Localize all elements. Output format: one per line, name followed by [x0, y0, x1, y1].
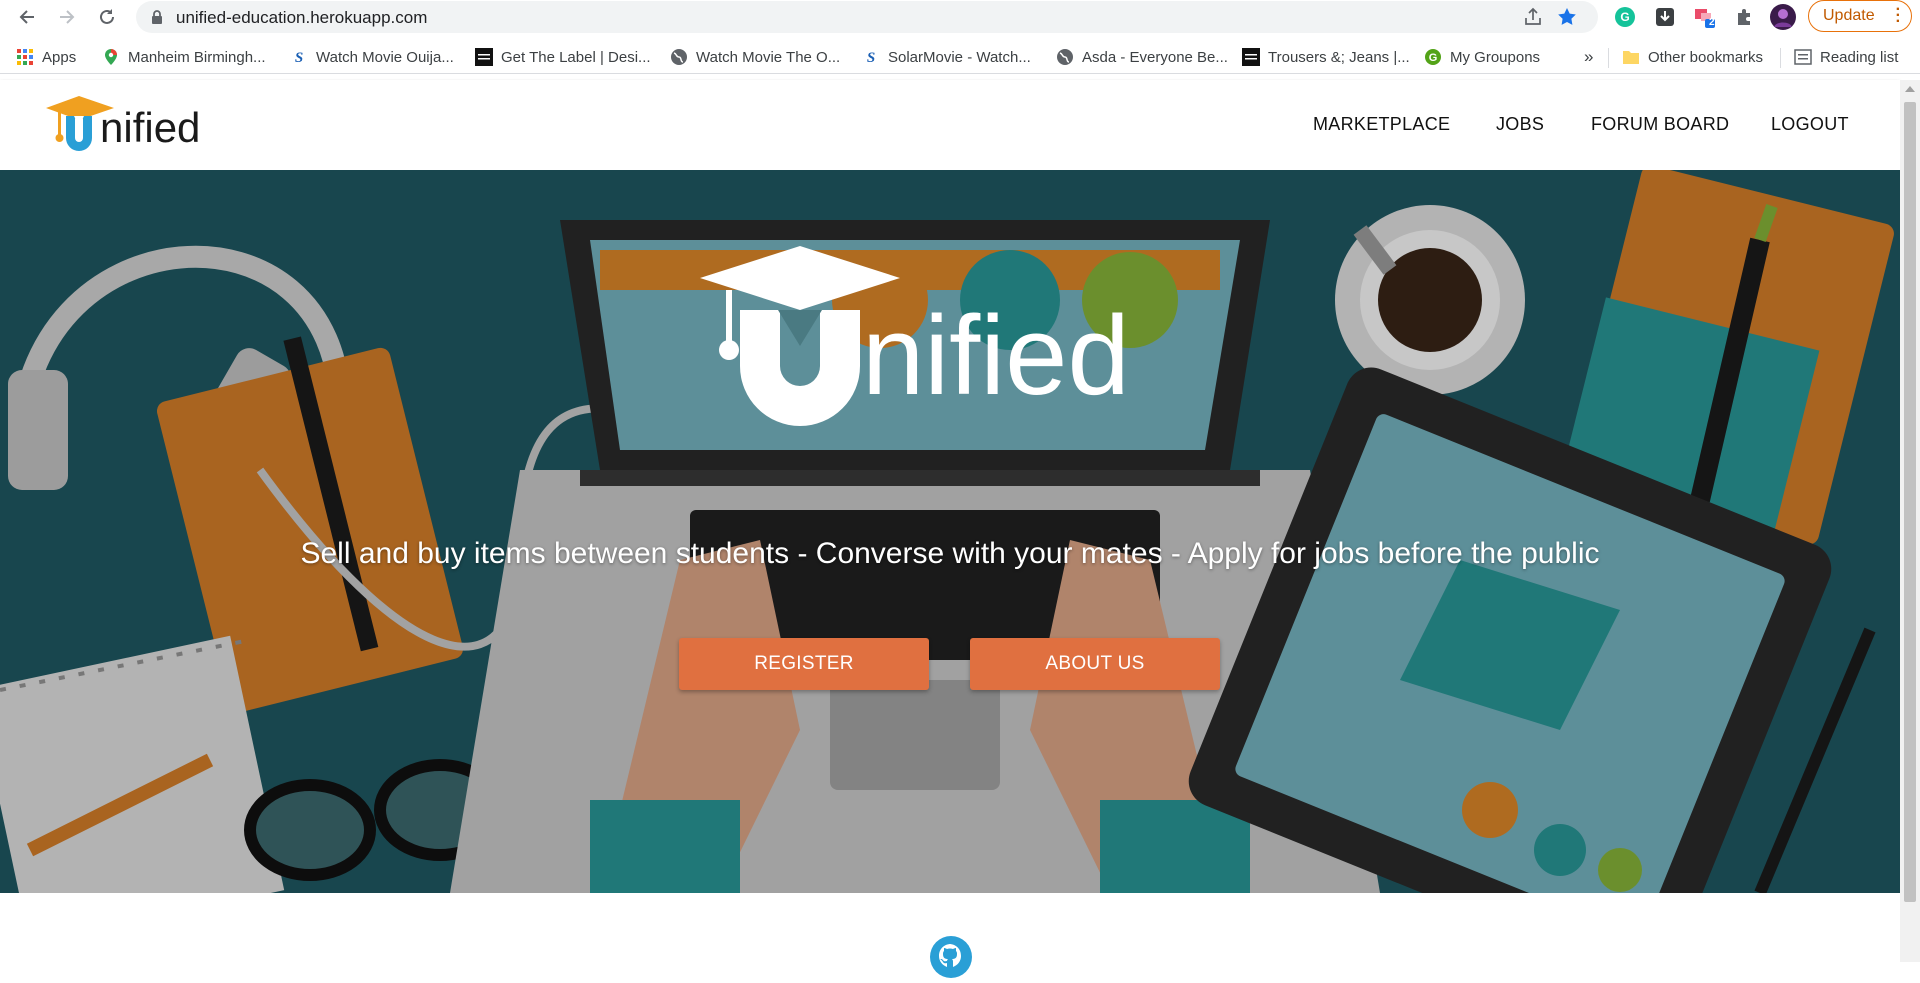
- svg-text:G: G: [1429, 52, 1438, 64]
- extension-badge: 2: [1709, 17, 1715, 28]
- nav-logout[interactable]: LOGOUT: [1771, 114, 1849, 135]
- bookmark-label: Manheim Birmingh...: [128, 48, 266, 66]
- scrollbar-thumb[interactable]: [1904, 102, 1916, 902]
- reload-button[interactable]: [92, 2, 122, 32]
- bookmarks-divider: [1608, 48, 1609, 68]
- bookmark-label: Watch Movie The O...: [696, 48, 841, 66]
- bookmark-item[interactable]: G My Groupons: [1424, 46, 1540, 68]
- bookmarks-overflow-button[interactable]: »: [1584, 46, 1593, 68]
- svg-text:S: S: [867, 50, 875, 66]
- grammarly-icon: G: [1615, 7, 1635, 27]
- url-text: unified-education.herokuapp.com: [176, 8, 428, 27]
- maps-pin-icon: [102, 48, 120, 66]
- bookmarks-bar: Apps Manheim Birmingh... S Watch Movie O…: [0, 40, 1920, 74]
- bookmark-label: SolarMovie - Watch...: [888, 48, 1031, 66]
- hero-tagline: Sell and buy items between students - Co…: [300, 537, 1600, 570]
- bookmark-item[interactable]: Watch Movie The O...: [670, 46, 840, 68]
- bookmark-label: Other bookmarks: [1648, 48, 1764, 66]
- hero-logo: nified: [700, 246, 1200, 426]
- bookmark-item[interactable]: Manheim Birmingh...: [102, 46, 266, 68]
- register-button[interactable]: REGISTER: [679, 638, 929, 690]
- bookmark-item[interactable]: Trousers &; Jeans |...: [1242, 46, 1410, 68]
- bookmark-label: Asda - Everyone Be...: [1082, 48, 1228, 66]
- puzzle-icon: [1738, 9, 1750, 25]
- profile-avatar-icon: [1770, 4, 1796, 30]
- globe-icon: [670, 48, 688, 66]
- kebab-menu-icon[interactable]: · · ·: [1896, 2, 1901, 30]
- bookmarks-divider: [1780, 48, 1781, 68]
- about-us-button[interactable]: ABOUT US: [970, 638, 1220, 690]
- back-button[interactable]: [12, 2, 42, 32]
- bookmark-label: Watch Movie Ouija...: [316, 48, 454, 66]
- page-scrollbar[interactable]: [1900, 80, 1920, 962]
- solarmovie-icon: S: [862, 48, 880, 66]
- svg-text:G: G: [1620, 10, 1629, 24]
- hero-section: nified Sell and buy items between studen…: [0, 170, 1900, 893]
- nav-jobs[interactable]: JOBS: [1496, 114, 1544, 135]
- bookmark-label: Get The Label | Desi...: [501, 48, 651, 66]
- gtl-icon: [1242, 48, 1260, 66]
- bookmark-item[interactable]: Asda - Everyone Be...: [1056, 46, 1228, 68]
- gtl-icon: [475, 48, 493, 66]
- apps-grid-icon: [16, 48, 34, 66]
- hero-logo-text: nified: [862, 293, 1130, 418]
- nav-forum-board[interactable]: FORUM BOARD: [1591, 114, 1729, 135]
- svg-text:S: S: [295, 50, 303, 66]
- scroll-up-arrow-icon[interactable]: [1905, 86, 1915, 92]
- bookmark-label: Reading list: [1820, 48, 1899, 66]
- forward-arrow-icon: [60, 10, 75, 24]
- profile-avatar[interactable]: [1770, 4, 1796, 30]
- forward-button[interactable]: [52, 2, 82, 32]
- back-arrow-icon: [19, 10, 34, 24]
- bookmark-item[interactable]: S SolarMovie - Watch...: [862, 46, 1031, 68]
- lock-icon: [152, 10, 162, 24]
- globe-icon: [1056, 48, 1074, 66]
- solarmovie-icon: S: [290, 48, 308, 66]
- other-bookmarks-folder[interactable]: Other bookmarks: [1622, 46, 1763, 68]
- site-logo[interactable]: nified: [44, 90, 224, 162]
- site-header: nified MARKETPLACE JOBS FORUM BOARD LOGO…: [0, 80, 1900, 170]
- update-label: Update: [1823, 7, 1875, 24]
- reading-list-icon: [1794, 48, 1812, 66]
- bookmark-label: Trousers &; Jeans |...: [1268, 48, 1410, 66]
- bookmark-star-icon[interactable]: [1556, 6, 1578, 28]
- download-extension[interactable]: [1652, 4, 1678, 30]
- update-button[interactable]: Update · · ·: [1808, 0, 1912, 32]
- reload-icon: [100, 9, 114, 24]
- nav-marketplace[interactable]: MARKETPLACE: [1313, 114, 1450, 135]
- github-link[interactable]: [930, 936, 972, 978]
- folder-icon: [1622, 48, 1640, 66]
- groupon-icon: G: [1424, 48, 1442, 66]
- address-bar[interactable]: unified-education.herokuapp.com: [136, 1, 1598, 33]
- bookmark-apps[interactable]: Apps: [16, 46, 76, 68]
- github-icon: [930, 936, 972, 978]
- grammarly-extension[interactable]: G: [1612, 4, 1638, 30]
- bookmark-label: My Groupons: [1450, 48, 1541, 66]
- bookmark-item[interactable]: Get The Label | Desi...: [475, 46, 651, 68]
- logo-text: nified: [100, 104, 201, 151]
- notes-extension[interactable]: 2: [1692, 4, 1718, 30]
- extensions-button[interactable]: [1732, 4, 1758, 30]
- download-box-icon: [1656, 8, 1674, 26]
- share-icon[interactable]: [1522, 6, 1544, 28]
- bookmark-item[interactable]: S Watch Movie Ouija...: [290, 46, 454, 68]
- bookmark-label: Apps: [42, 48, 77, 66]
- browser-toolbar: unified-education.herokuapp.com G 2 Upda…: [0, 0, 1920, 34]
- reading-list-button[interactable]: Reading list: [1794, 46, 1898, 68]
